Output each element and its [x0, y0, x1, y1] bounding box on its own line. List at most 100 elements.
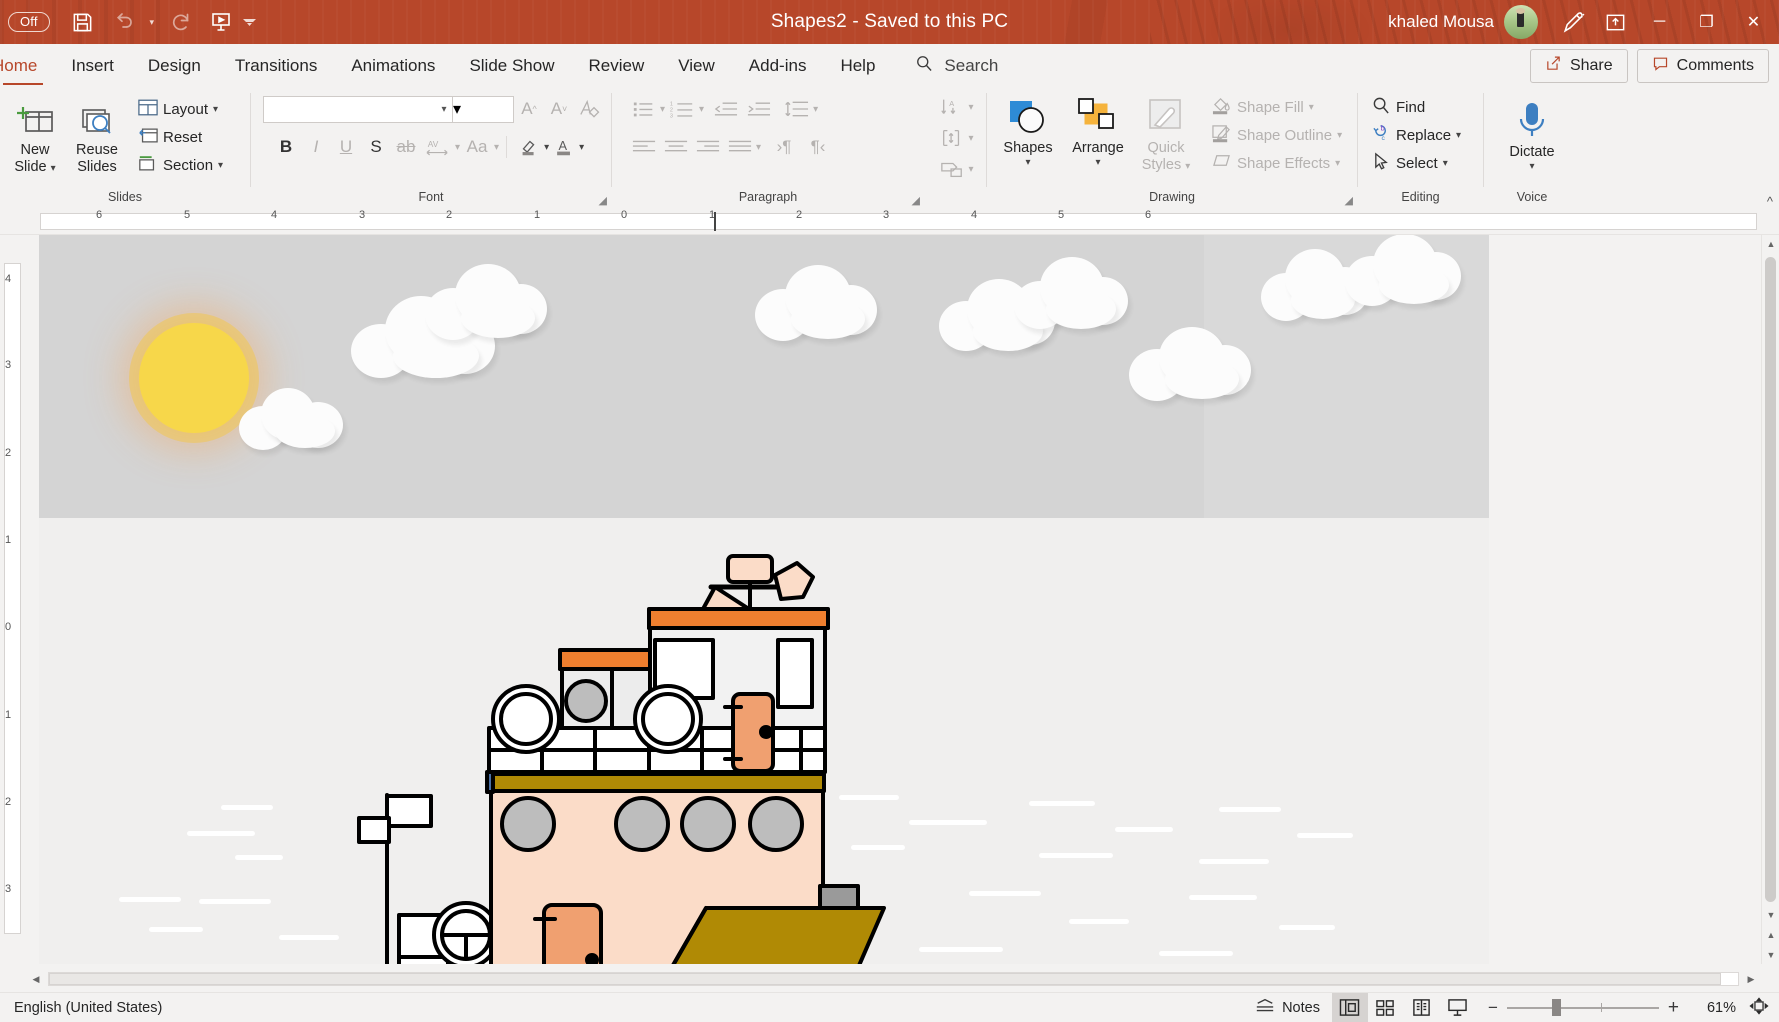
quick-styles-button[interactable]: Quick Styles ▾	[1133, 91, 1199, 175]
quick-styles-chevron-down-icon[interactable]: ▾	[1185, 161, 1190, 172]
tab-home[interactable]: Home	[0, 44, 54, 87]
next-slide-icon[interactable]: ▼	[1762, 946, 1779, 964]
character-spacing-button[interactable]: AV	[421, 133, 455, 161]
search-input[interactable]: Search	[892, 44, 998, 87]
change-case-chevron-down-icon[interactable]: ▾	[494, 142, 499, 153]
shape-outline-button[interactable]: Shape Outline ▾	[1207, 121, 1346, 149]
horizontal-scroll-track[interactable]	[48, 972, 1739, 986]
select-button[interactable]: Select ▾	[1368, 149, 1452, 177]
tab-insert[interactable]: Insert	[54, 44, 131, 87]
drawing-dialog-launcher[interactable]: ◢	[1345, 194, 1353, 207]
align-text-button[interactable]	[936, 124, 968, 152]
tab-help[interactable]: Help	[823, 44, 892, 87]
bold-button[interactable]: B	[271, 133, 301, 161]
convert-to-smartart-button[interactable]	[936, 155, 968, 183]
font-name-input[interactable]: ▾	[263, 95, 453, 123]
clear-formatting-button[interactable]	[574, 95, 604, 123]
shape-fill-button[interactable]: Shape Fill ▾	[1207, 93, 1346, 121]
tab-animations[interactable]: Animations	[334, 44, 452, 87]
ltr-direction-button[interactable]: ›¶	[767, 133, 801, 161]
language-status[interactable]: English (United States)	[0, 1000, 162, 1016]
replace-button[interactable]: b c Replace ▾	[1368, 121, 1465, 149]
notes-button[interactable]: Notes	[1243, 993, 1332, 1022]
numbering-chevron-down-icon[interactable]: ▾	[699, 104, 704, 115]
bullets-button[interactable]	[628, 95, 660, 123]
increase-indent-button[interactable]	[742, 95, 775, 123]
shape-effects-button[interactable]: Shape Effects ▾	[1207, 149, 1346, 177]
zoom-in-button[interactable]: +	[1668, 997, 1679, 1019]
select-chevron-down-icon[interactable]: ▾	[1443, 158, 1448, 169]
numbering-button[interactable]: 1 2 3	[665, 95, 699, 123]
scroll-right-arrow-icon[interactable]: ▶	[1741, 969, 1761, 989]
decrease-indent-button[interactable]	[709, 95, 742, 123]
start-slideshow-icon[interactable]	[202, 5, 240, 39]
share-button[interactable]: Share	[1529, 48, 1628, 83]
section-chevron-down-icon[interactable]: ▾	[218, 160, 223, 171]
rtl-direction-button[interactable]: ¶‹	[801, 133, 835, 161]
font-dialog-launcher[interactable]: ◢	[599, 194, 607, 207]
vertical-scrollbar[interactable]: ▲ ▼ ▲ ▼	[1761, 235, 1779, 964]
undo-icon[interactable]	[104, 5, 142, 39]
align-left-button[interactable]	[628, 133, 660, 161]
find-button[interactable]: Find	[1368, 93, 1429, 121]
fit-to-window-icon[interactable]	[1749, 996, 1769, 1019]
tab-slide-show[interactable]: Slide Show	[452, 44, 571, 87]
minimize-button[interactable]: ─	[1636, 0, 1683, 44]
zoom-slider-knob[interactable]	[1552, 999, 1562, 1016]
align-center-button[interactable]	[660, 133, 692, 161]
scroll-up-arrow-icon[interactable]: ▲	[1762, 235, 1779, 253]
replace-chevron-down-icon[interactable]: ▾	[1456, 130, 1461, 141]
layout-button[interactable]: Layout ▾	[134, 95, 227, 123]
close-button[interactable]: ✕	[1730, 0, 1777, 44]
new-slide-button[interactable]: New Slide ▾	[6, 93, 64, 177]
previous-slide-icon[interactable]: ▲	[1762, 926, 1779, 944]
horizontal-scroll-thumb[interactable]	[49, 973, 1722, 985]
normal-view-button[interactable]	[1331, 992, 1368, 1022]
text-highlight-color-button[interactable]	[514, 133, 544, 161]
comments-button[interactable]: Comments	[1636, 48, 1769, 83]
reading-view-button[interactable]	[1404, 993, 1440, 1022]
scroll-left-arrow-icon[interactable]: ◀	[26, 969, 46, 989]
section-button[interactable]: Section ▾	[134, 151, 227, 179]
qat-overflow-chevron-down-icon[interactable]	[242, 5, 258, 39]
decrease-font-size-button[interactable]: A ˅	[544, 95, 574, 123]
vertical-ruler[interactable]: 4 3 2 1 0 1 2 3	[0, 235, 26, 964]
font-size-chevron-down-icon[interactable]: ▾	[453, 99, 461, 119]
shape-outline-chevron-down-icon[interactable]: ▾	[1337, 130, 1342, 141]
zoom-out-button[interactable]: −	[1488, 998, 1498, 1018]
layout-chevron-down-icon[interactable]: ▾	[213, 104, 218, 115]
ship-illustration[interactable]	[39, 235, 1489, 964]
tab-view[interactable]: View	[661, 44, 732, 87]
slide-show-view-button[interactable]	[1440, 993, 1476, 1022]
zoom-slider[interactable]	[1506, 999, 1659, 1016]
justify-button[interactable]	[724, 133, 756, 161]
align-text-chevron-down-icon[interactable]: ▾	[968, 133, 973, 144]
collapse-ribbon-icon[interactable]: ^	[1767, 194, 1773, 209]
font-size-input[interactable]: ▾	[452, 95, 514, 123]
reset-button[interactable]: Reset	[134, 123, 227, 151]
ribbon-display-options-icon[interactable]	[1594, 5, 1636, 39]
change-case-button[interactable]: Aa	[460, 133, 494, 161]
slide-sorter-view-button[interactable]	[1368, 993, 1404, 1022]
font-color-button[interactable]: A	[549, 133, 579, 161]
reuse-slides-button[interactable]: Reuse Slides	[68, 93, 126, 176]
shape-fill-chevron-down-icon[interactable]: ▾	[1309, 102, 1314, 113]
new-slide-chevron-down-icon[interactable]: ▾	[51, 163, 56, 174]
vertical-scroll-thumb[interactable]	[1765, 257, 1776, 902]
align-right-button[interactable]	[692, 133, 724, 161]
tab-design[interactable]: Design	[131, 44, 218, 87]
horizontal-scrollbar[interactable]: ◀ ▶	[26, 966, 1761, 992]
shape-effects-chevron-down-icon[interactable]: ▾	[1335, 158, 1340, 169]
italic-button[interactable]: I	[301, 133, 331, 161]
slide[interactable]: مستقل mostaql.com	[39, 235, 1489, 964]
strikethrough-button[interactable]: ab	[391, 133, 421, 161]
increase-font-size-button[interactable]: A ^	[514, 95, 544, 123]
redo-icon[interactable]	[162, 5, 200, 39]
scroll-down-arrow-icon[interactable]: ▼	[1762, 906, 1779, 924]
save-icon[interactable]	[64, 5, 102, 39]
autosave-toggle[interactable]: Off	[8, 12, 50, 32]
slide-canvas-area[interactable]: مستقل mostaql.com	[26, 235, 1761, 964]
tab-add-ins[interactable]: Add-ins	[732, 44, 824, 87]
text-direction-chevron-down-icon[interactable]: ▾	[968, 102, 973, 113]
font-name-chevron-down-icon[interactable]: ▾	[436, 104, 452, 115]
